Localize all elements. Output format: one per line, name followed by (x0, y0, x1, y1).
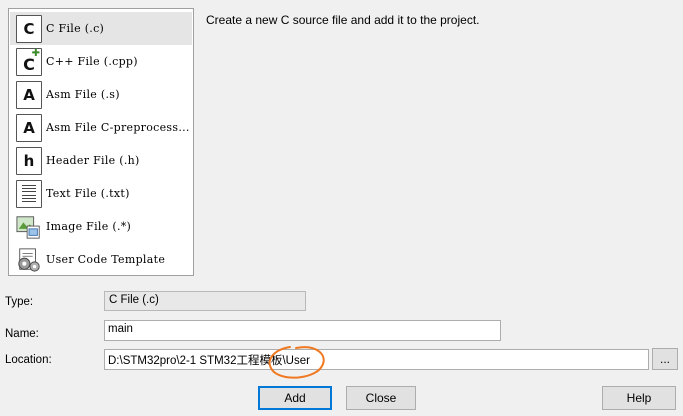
asm-file-icon: A (16, 80, 42, 109)
type-value: C File (.c) (104, 291, 306, 311)
file-type-list[interactable]: C C File (.c) ✚ C C++ File (.cpp) A Asm F… (8, 8, 194, 276)
file-type-item-c[interactable]: C C File (.c) (10, 12, 192, 45)
file-type-label: Asm File (.s) (46, 88, 120, 101)
file-type-label: User Code Template (46, 253, 166, 266)
header-file-icon: h (16, 146, 42, 175)
file-type-label: Header File (.h) (46, 154, 140, 167)
browse-button[interactable]: ... (652, 348, 678, 370)
add-button[interactable]: Add (258, 386, 332, 410)
file-type-item-text[interactable]: Text File (.txt) (10, 177, 192, 210)
image-file-icon (16, 213, 42, 241)
name-label: Name: (5, 328, 39, 340)
cpp-file-icon: ✚ C (16, 47, 42, 76)
file-type-item-cpp[interactable]: ✚ C C++ File (.cpp) (10, 45, 192, 78)
file-type-label: Asm File C-preprocess... (46, 121, 190, 134)
text-file-icon (16, 179, 42, 208)
type-label: Type: (5, 296, 34, 308)
file-type-label: Image File (.*) (46, 220, 132, 233)
file-type-item-asm[interactable]: A Asm File (.s) (10, 78, 192, 111)
file-type-label: C++ File (.cpp) (46, 55, 138, 68)
location-input[interactable]: D:\STM32pro\2-1 STM32工程模板\User (104, 349, 649, 370)
user-template-icon (16, 246, 42, 274)
file-type-description: Create a new C source file and add it to… (206, 13, 480, 27)
file-type-label: C File (.c) (46, 22, 105, 35)
close-button[interactable]: Close (346, 386, 416, 410)
location-label: Location: (5, 354, 52, 366)
file-type-label: Text File (.txt) (46, 187, 130, 200)
file-type-item-header[interactable]: h Header File (.h) (10, 144, 192, 177)
name-input[interactable]: main (104, 320, 501, 341)
c-file-icon: C (16, 14, 42, 43)
help-button[interactable]: Help (602, 386, 676, 410)
file-type-item-image[interactable]: Image File (.*) (10, 210, 192, 243)
asm-preprocess-file-icon: A (16, 113, 42, 142)
file-type-item-user-template[interactable]: User Code Template (10, 243, 192, 276)
file-type-item-asm-preprocess[interactable]: A Asm File C-preprocess... (10, 111, 192, 144)
